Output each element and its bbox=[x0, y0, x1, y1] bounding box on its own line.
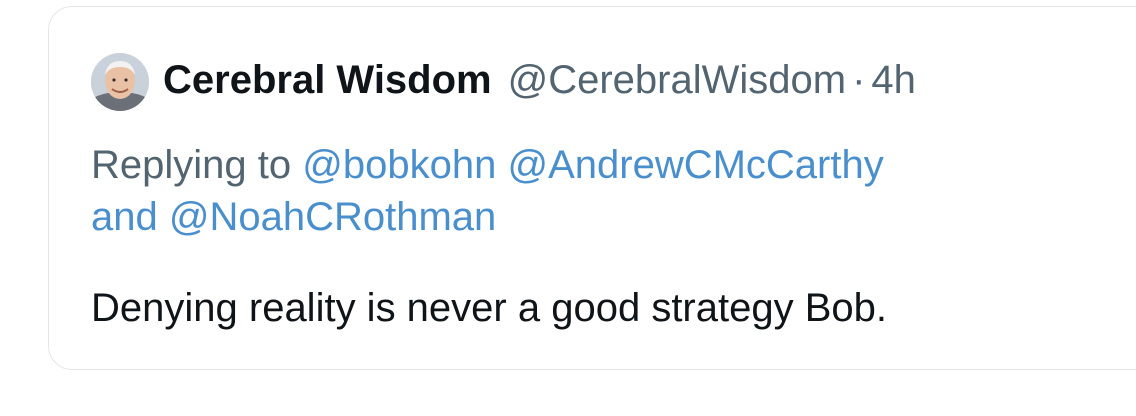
mention-conjunction[interactable]: and bbox=[91, 195, 158, 239]
user-handle[interactable]: @CerebralWisdom bbox=[508, 55, 846, 105]
tweet-header: Cerebral Wisdom @CerebralWisdom · 4h bbox=[163, 55, 916, 105]
replying-to-line: Replying to @bobkohn @AndrewCMcCarthy an… bbox=[91, 139, 1091, 243]
separator-dot: · bbox=[852, 58, 866, 102]
timestamp[interactable]: 4h bbox=[871, 55, 916, 105]
tweet-text: Denying reality is never a good strategy… bbox=[91, 286, 887, 330]
avatar[interactable] bbox=[91, 53, 149, 111]
mention-link[interactable]: @AndrewCMcCarthy bbox=[507, 143, 883, 187]
display-name[interactable]: Cerebral Wisdom bbox=[163, 55, 492, 105]
quoted-tweet-card[interactable]: Cerebral Wisdom @CerebralWisdom · 4h Rep… bbox=[48, 6, 1136, 370]
replying-to-label: Replying to bbox=[91, 143, 292, 187]
avatar-image bbox=[91, 53, 149, 111]
mention-link[interactable]: @NoahCRothman bbox=[169, 195, 496, 239]
mention-link[interactable]: @bobkohn bbox=[302, 143, 496, 187]
